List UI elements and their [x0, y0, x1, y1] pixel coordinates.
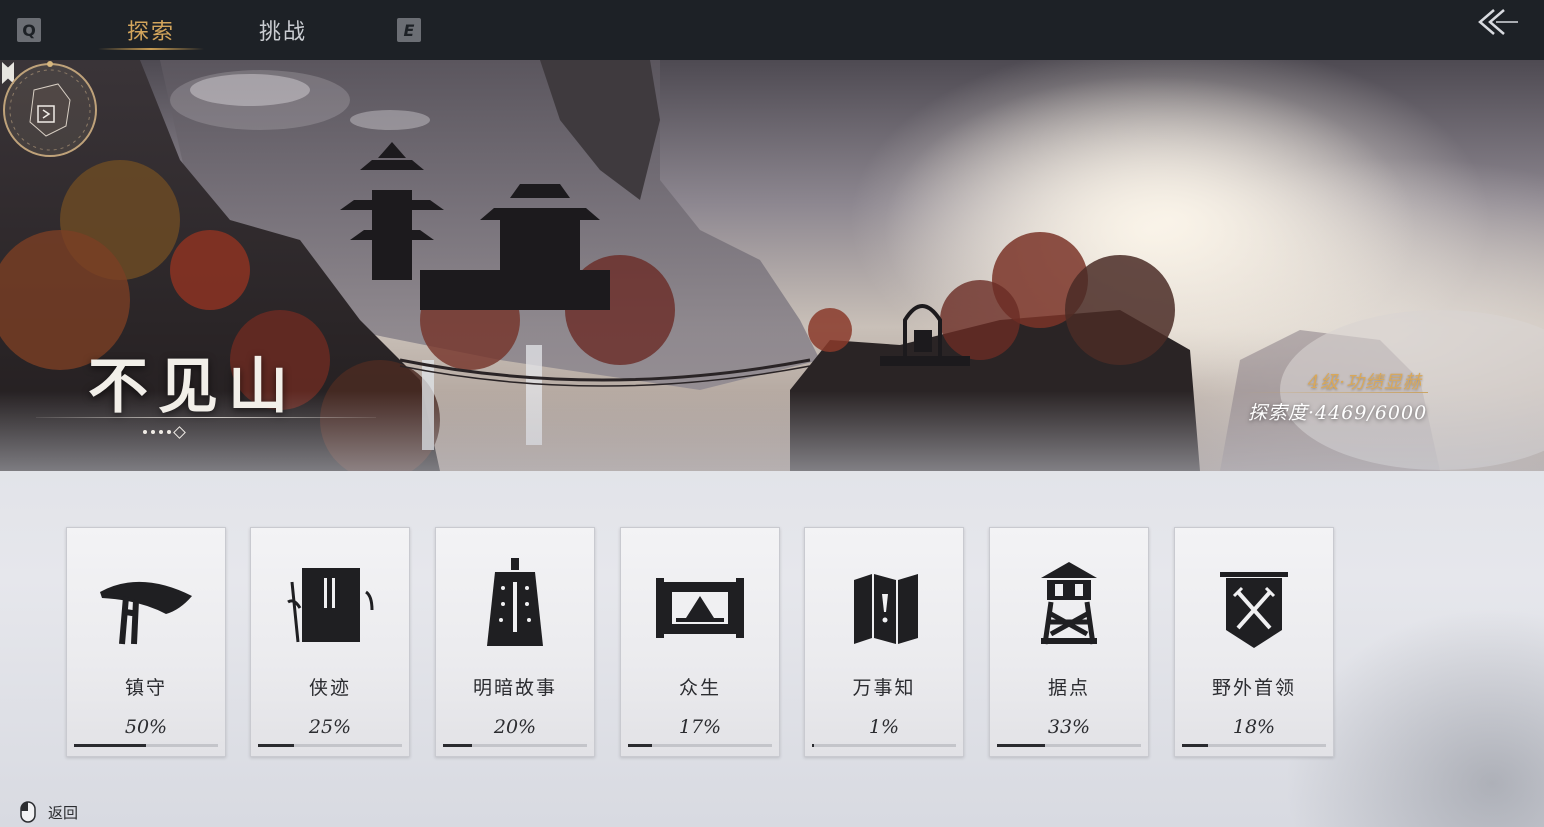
crossed-swords-banner-icon [1220, 572, 1288, 648]
category-percent: 20% [493, 716, 537, 738]
progress-fill [1182, 744, 1208, 747]
category-card-guard[interactable]: 镇守 50% [66, 527, 226, 757]
category-card-field-bosses[interactable]: 野外首领 18% [1174, 527, 1334, 757]
progress-track [628, 744, 772, 747]
progress-track [812, 744, 956, 747]
category-label: 野外首领 [1211, 677, 1296, 699]
progress-fill [443, 744, 472, 747]
umbrella-hat-icon [100, 581, 192, 645]
category-label: 万事知 [852, 677, 916, 699]
page-dot-active[interactable] [173, 425, 186, 439]
watchtower-icon [1041, 562, 1097, 645]
exploration-value: 4469/6000 [1315, 402, 1428, 424]
category-percent: 25% [308, 716, 352, 738]
progress-fill [997, 744, 1045, 747]
region-page-indicator [143, 425, 186, 439]
category-percent: 18% [1232, 716, 1276, 738]
exploration-label: 探索度 [1248, 402, 1309, 424]
region-banner: 不见山 4级·功绩显赫 探索度·4469/6000 [0, 60, 1544, 471]
open-map-icon [854, 574, 918, 644]
back-hint[interactable]: 返回 [20, 801, 78, 823]
page-dot[interactable] [159, 430, 163, 434]
tab-explore[interactable]: 探索 [98, 12, 204, 50]
progress-track [1182, 744, 1326, 747]
category-label: 镇守 [124, 677, 167, 699]
e-key-hint[interactable]: E [397, 18, 421, 42]
progress-track [997, 744, 1141, 747]
page-dot[interactable] [151, 430, 155, 434]
region-name: 不见山 [88, 352, 298, 422]
region-map-badge-icon[interactable] [0, 60, 100, 160]
category-card-strongholds[interactable]: 据点 33% [989, 527, 1149, 757]
book-bamboo-icon [287, 568, 374, 643]
category-label: 明暗故事 [472, 677, 557, 699]
category-percent: 33% [1047, 716, 1091, 738]
page-dot[interactable] [143, 430, 147, 434]
progress-fill [628, 744, 653, 747]
exploration-separator: · [1308, 402, 1316, 424]
category-percent: 1% [868, 716, 900, 738]
q-key-hint[interactable]: Q [17, 18, 41, 42]
mouse-right-click-icon [20, 801, 36, 823]
progress-fill [74, 744, 146, 747]
category-label: 侠迹 [308, 677, 351, 699]
exploration-progress: 探索度·4469/6000 [1248, 398, 1427, 425]
level-divider [1240, 392, 1428, 393]
top-bar: Q 探索 挑战 E [0, 0, 1544, 60]
progress-track [443, 744, 587, 747]
bell-icon [487, 558, 543, 646]
category-label: 众生 [678, 677, 721, 699]
title-divider [36, 417, 376, 418]
category-percent: 17% [678, 716, 722, 738]
category-label: 据点 [1047, 677, 1090, 699]
category-percent: 50% [124, 716, 168, 738]
category-card-hero-trace[interactable]: 侠迹 25% [250, 527, 410, 757]
progress-track [258, 744, 402, 747]
page-dot[interactable] [167, 430, 171, 434]
progress-track [74, 744, 218, 747]
scroll-painting-icon [656, 578, 744, 638]
progress-fill [258, 744, 294, 747]
back-label: 返回 [48, 803, 79, 822]
category-card-knowledge[interactable]: 万事知 1% [804, 527, 964, 757]
category-card-beings[interactable]: 众生 17% [620, 527, 780, 757]
progress-fill [812, 744, 815, 747]
category-card-stories[interactable]: 明暗故事 20% [435, 527, 595, 757]
region-level: 4级·功绩显赫 [1307, 372, 1422, 393]
tab-challenge[interactable]: 挑战 [240, 12, 326, 48]
double-chevron-left-icon[interactable] [1474, 6, 1520, 38]
